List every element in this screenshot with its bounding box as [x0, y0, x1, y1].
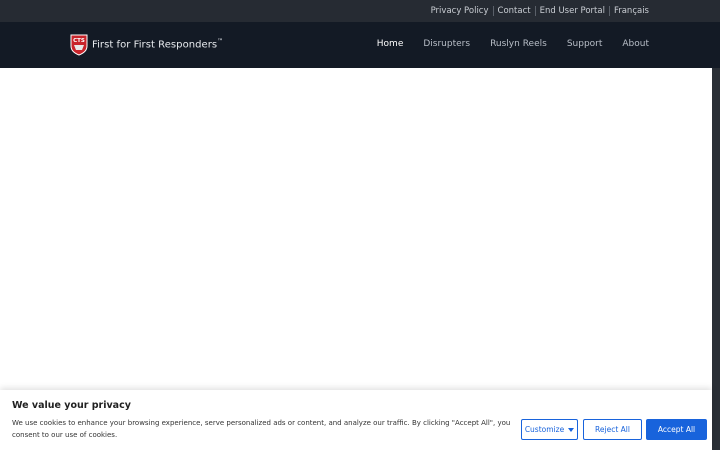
end-user-portal-link[interactable]: End User Portal	[540, 6, 605, 16]
customize-label: Customize	[524, 425, 565, 434]
cts-shield-logo-icon[interactable]: CTS	[70, 33, 88, 56]
contact-link[interactable]: Contact	[498, 6, 531, 16]
nav-support[interactable]: Support	[567, 39, 603, 49]
cookie-title: We value your privacy	[12, 400, 131, 411]
primary-menu: Home Disrupters Ruslyn Reels Support Abo…	[357, 39, 649, 49]
reject-all-button[interactable]: Reject All	[583, 419, 642, 440]
main-navbar: CTS First for First Responders™ Home Dis…	[0, 22, 720, 90]
nav-disrupters[interactable]: Disrupters	[423, 39, 470, 49]
divider	[534, 6, 536, 16]
divider	[492, 6, 494, 16]
divider	[608, 6, 610, 16]
trademark-mark: ™	[217, 38, 224, 45]
nav-about[interactable]: About	[622, 39, 649, 49]
nav-ruslyn-reels[interactable]: Ruslyn Reels	[490, 39, 547, 49]
caret-down-icon	[568, 427, 575, 432]
language-francais-link[interactable]: Français	[614, 6, 649, 16]
page-scrollbar[interactable]	[712, 68, 720, 450]
main-content-area	[0, 68, 712, 390]
logo-text: CTS	[73, 38, 85, 44]
nav-home[interactable]: Home	[377, 39, 404, 49]
customize-button[interactable]: Customize	[521, 419, 578, 440]
privacy-policy-link[interactable]: Privacy Policy	[431, 6, 489, 16]
utility-bar: Privacy Policy Contact End User Portal F…	[0, 0, 720, 22]
cookie-consent-banner: We value your privacy We use cookies to …	[0, 390, 712, 450]
brand-text: First for First Responders	[92, 39, 218, 51]
cookie-description: We use cookies to enhance your browsing …	[12, 419, 511, 439]
accept-all-button[interactable]: Accept All	[646, 419, 707, 440]
brand-tagline[interactable]: First for First Responders™	[92, 38, 223, 50]
